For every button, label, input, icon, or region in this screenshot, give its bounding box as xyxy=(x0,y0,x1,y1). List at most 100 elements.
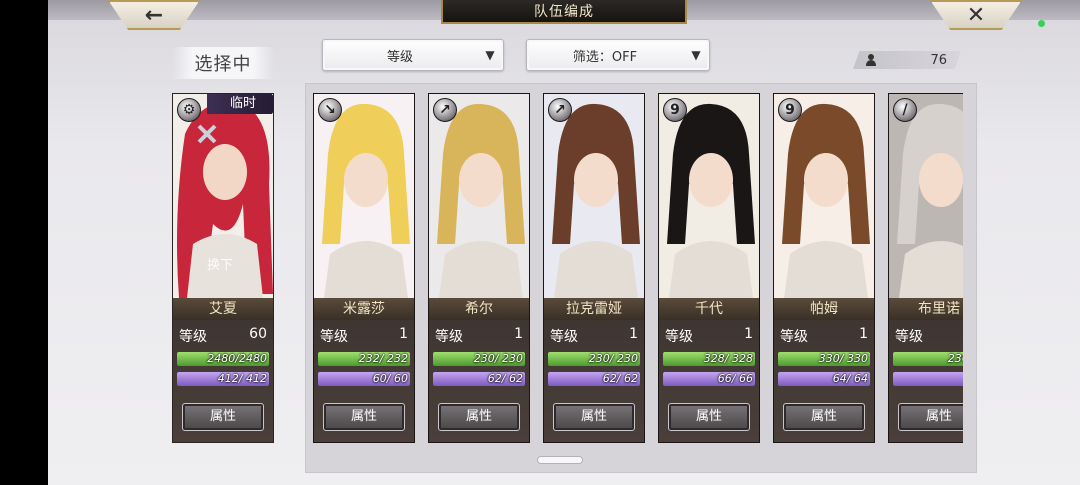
portrait-art xyxy=(544,94,644,298)
level-row: 等级 1 xyxy=(435,326,523,345)
character-name: 千代 xyxy=(659,298,759,320)
character-name: 拉克雷娅 xyxy=(544,298,644,320)
hp-bar: 232/ 232 xyxy=(318,352,410,366)
character-portrait: ⚙ 临时 换下 xyxy=(173,94,273,298)
character-card[interactable]: ↘ 米露莎 等级 1 232/ 232 60/ 60 属性 xyxy=(313,93,415,443)
hp-bar: 230/ 230 xyxy=(548,352,640,366)
temporary-tag: 临时 xyxy=(207,94,273,114)
mp-value: 60/ 60 xyxy=(372,372,408,385)
selected-character-card[interactable]: ⚙ 临时 换下 艾夏 等级 60 2480/2480 412/ 412 属性 xyxy=(172,93,274,443)
level-label: 等级 xyxy=(895,329,923,345)
character-name: 布里诺 xyxy=(889,298,963,320)
level-label: 等级 xyxy=(435,329,463,345)
mp-value: 64/ 64 xyxy=(832,372,868,385)
hp-value: 232/ 232 xyxy=(358,352,408,365)
mp-value: 412/ 412 xyxy=(217,372,267,385)
character-portrait: 9 xyxy=(659,94,759,298)
character-name: 希尔 xyxy=(429,298,529,320)
close-button[interactable]: ✕ xyxy=(930,0,1022,30)
mp-bar: 62/ 62 xyxy=(433,372,525,386)
level-label: 等级 xyxy=(550,329,578,345)
filter-dropdown[interactable]: 筛选：OFF ▼ xyxy=(526,39,710,71)
hp-bar: 236/ 2 xyxy=(893,352,963,366)
chevron-down-icon: ▼ xyxy=(485,48,495,62)
character-name: 帕姆 xyxy=(774,298,874,320)
sort-dropdown[interactable]: 等级 ▼ xyxy=(322,39,504,71)
hp-value: 230/ 230 xyxy=(588,352,638,365)
mp-bar: 64/ 64 xyxy=(778,372,870,386)
level-label: 等级 xyxy=(179,329,207,345)
hp-bar: 230/ 230 xyxy=(433,352,525,366)
character-card[interactable]: 9 千代 等级 1 328/ 328 66/ 66 属性 xyxy=(658,93,760,443)
person-icon xyxy=(865,54,877,66)
roster-list[interactable]: ↘ 米露莎 等级 1 232/ 232 60/ 60 属性 ↗ 希尔 等级 1 … xyxy=(313,93,963,449)
level-value: 60 xyxy=(249,326,267,342)
level-row: 等级 1 xyxy=(780,326,868,345)
element-icon: ↗ xyxy=(433,98,457,122)
character-card[interactable]: ↗ 希尔 等级 1 230/ 230 62/ 62 属性 xyxy=(428,93,530,443)
hp-bar: 2480/2480 xyxy=(177,352,269,366)
level-value: 1 xyxy=(744,326,753,342)
level-value: 1 xyxy=(629,326,638,342)
portrait-art xyxy=(774,94,874,298)
level-row: 等级 1 xyxy=(320,326,408,345)
attributes-button[interactable]: 属性 xyxy=(553,403,635,431)
mp-value: 66/ 66 xyxy=(717,372,753,385)
close-icon: ✕ xyxy=(966,2,986,28)
hp-bar: 328/ 328 xyxy=(663,352,755,366)
level-label: 等级 xyxy=(665,329,693,345)
character-portrait: ↗ xyxy=(544,94,644,298)
chevron-down-icon: ▼ xyxy=(691,48,701,62)
element-icon: / xyxy=(893,98,917,122)
attributes-button[interactable]: 属性 xyxy=(898,403,963,431)
filter-dropdown-label: 筛选：OFF xyxy=(572,49,638,65)
mp-bar-fill xyxy=(893,372,963,386)
mp-bar: 60/ 60 xyxy=(318,372,410,386)
level-value: 1 xyxy=(399,326,408,342)
unit-count-badge: 76 xyxy=(853,51,961,69)
level-value: 1 xyxy=(859,326,868,342)
mp-value: 62/ 62 xyxy=(487,372,523,385)
page-title: 队伍编成 xyxy=(441,0,687,24)
horizontal-scrollbar[interactable] xyxy=(537,456,583,464)
level-row: 等级 1 xyxy=(895,326,963,345)
character-card[interactable]: ↗ 拉克雷娅 等级 1 230/ 230 62/ 62 属性 xyxy=(543,93,645,443)
character-card[interactable]: 9 帕姆 等级 1 330/ 330 64/ 64 属性 xyxy=(773,93,875,443)
mp-bar: 78/ xyxy=(893,372,963,386)
swap-out-label: 换下 xyxy=(207,258,234,273)
hp-value: 328/ 328 xyxy=(703,352,753,365)
level-value: 1 xyxy=(514,326,523,342)
character-portrait: / xyxy=(889,94,963,298)
mp-bar: 412/ 412 xyxy=(177,372,269,386)
element-icon: 9 xyxy=(663,98,687,122)
attributes-button[interactable]: 属性 xyxy=(783,403,865,431)
attributes-button[interactable]: 属性 xyxy=(182,403,264,431)
back-arrow-icon: ← xyxy=(144,2,164,28)
attributes-button[interactable]: 属性 xyxy=(323,403,405,431)
back-button[interactable]: ← xyxy=(108,0,200,30)
character-portrait: 9 xyxy=(774,94,874,298)
attributes-button[interactable]: 属性 xyxy=(438,403,520,431)
status-indicator xyxy=(1038,20,1045,27)
mp-bar: 66/ 66 xyxy=(663,372,755,386)
hp-bar: 330/ 330 xyxy=(778,352,870,366)
hp-value: 230/ 230 xyxy=(473,352,523,365)
sort-dropdown-label: 等级 xyxy=(386,49,413,65)
level-row: 等级 60 xyxy=(179,326,267,345)
unit-count: 76 xyxy=(930,52,947,68)
level-row: 等级 1 xyxy=(665,326,753,345)
portrait-art xyxy=(889,94,963,298)
level-row: 等级 1 xyxy=(550,326,638,345)
character-portrait: ↗ xyxy=(429,94,529,298)
hp-value: 2480/2480 xyxy=(207,352,267,365)
portrait-art xyxy=(314,94,414,298)
character-card[interactable]: / 布里诺 等级 1 236/ 2 78/ 属性 xyxy=(888,93,963,443)
mp-bar: 62/ 62 xyxy=(548,372,640,386)
character-portrait: ↘ xyxy=(314,94,414,298)
level-label: 等级 xyxy=(320,329,348,345)
character-name: 米露莎 xyxy=(314,298,414,320)
attributes-button[interactable]: 属性 xyxy=(668,403,750,431)
element-icon: 9 xyxy=(778,98,802,122)
character-name: 艾夏 xyxy=(173,298,273,320)
level-label: 等级 xyxy=(780,329,808,345)
